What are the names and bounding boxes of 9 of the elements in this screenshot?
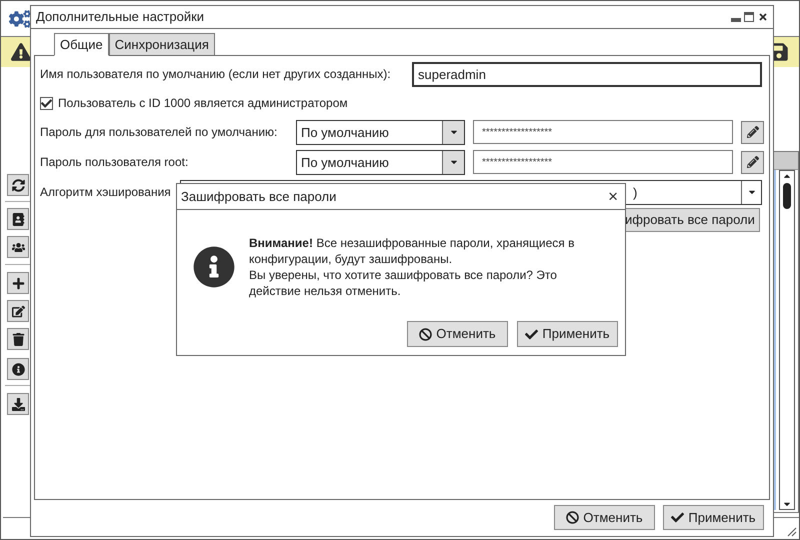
field-label: Алгоритм хэширования: [40, 184, 172, 201]
field-label: Пароль для пользователей по умолчанию:: [40, 124, 278, 141]
message-text: Внимание! Все незашифрованные пароли, хранящиеся в конфигурации, будут зашифрованы.: [249, 235, 576, 267]
field-label: Имя пользователя по умолчанию (если нет других созданных):: [40, 66, 392, 83]
window-title: Дополнительные настройки: [36, 8, 206, 26]
message-text: Вы уверены, что хотите зашифровать все пароли? Это действие нельзя отменить.: [249, 267, 558, 299]
checkbox-label: Пользователь с ID 1000 является администратором: [58, 95, 348, 112]
dialog-title: Зашифровать все пароли: [181, 188, 338, 206]
field-label: Пароль пользователя root:: [40, 154, 190, 171]
